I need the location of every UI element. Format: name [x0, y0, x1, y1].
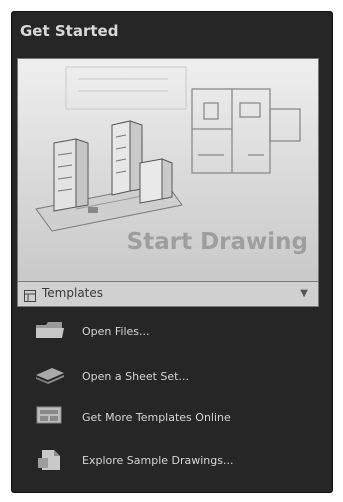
template-icon: [24, 287, 36, 306]
get-templates-online-item[interactable]: Get More Templates Online: [34, 405, 304, 429]
open-sheet-set-item[interactable]: Open a Sheet Set...: [34, 364, 304, 388]
start-drawing-button[interactable]: Start Drawing: [17, 58, 319, 282]
templates-label: Templates: [42, 286, 104, 300]
panel-title: Get Started: [20, 22, 119, 40]
menu-item-label: Open a Sheet Set...: [82, 370, 189, 383]
sheet-set-icon: [34, 364, 66, 390]
sample-drawings-icon: [34, 448, 66, 476]
online-templates-icon: [34, 405, 66, 431]
menu-item-label: Get More Templates Online: [82, 411, 231, 424]
folder-icon: [34, 319, 66, 345]
menu-item-label: Open Files...: [82, 325, 150, 338]
start-drawing-label: Start Drawing: [126, 229, 308, 255]
menu-item-label: Explore Sample Drawings...: [82, 454, 234, 467]
explore-sample-drawings-item[interactable]: Explore Sample Drawings...: [34, 448, 304, 472]
templates-dropdown[interactable]: Templates ▼: [17, 281, 319, 307]
open-files-item[interactable]: Open Files...: [34, 319, 304, 343]
chevron-down-icon[interactable]: ▼: [300, 288, 308, 299]
